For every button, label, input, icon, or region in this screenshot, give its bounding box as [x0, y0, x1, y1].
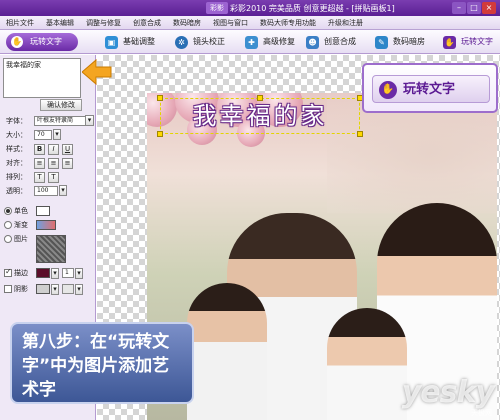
menu-item-adjust[interactable]: 调整与修复 — [80, 16, 127, 29]
title-bar: 彩影 彩影2010 完美品质 创意更超越 - [拼贴画板1] – □ × — [0, 0, 500, 16]
shadow-color-swatch[interactable] — [36, 284, 50, 294]
girl-figure — [327, 308, 407, 420]
watermark-subtitle: 天极网 — [471, 409, 492, 417]
text-input[interactable]: 我幸福的家 — [3, 58, 81, 98]
size-label: 大小： — [6, 131, 27, 139]
opacity-input[interactable]: 100 — [34, 186, 58, 196]
menu-item-composite[interactable]: 创意合成 — [127, 16, 167, 29]
stroke-width-dropdown-icon[interactable]: ▾ — [75, 268, 83, 279]
text-icon: ✋ — [443, 36, 456, 49]
tool-advanced-repair-button[interactable]: ✚ 高级修复 — [245, 34, 295, 50]
shadow-color-dropdown-icon[interactable]: ▾ — [51, 284, 59, 295]
text-mode-button[interactable]: ✋ 玩转文字 — [6, 33, 78, 51]
tool-text-button[interactable]: ✋ 玩转文字 — [443, 34, 493, 50]
shadow-label: 阴影 — [14, 285, 28, 293]
tool-label: 玩转文字 — [461, 37, 493, 46]
fill-solid-label: 单色 — [14, 207, 28, 215]
darkroom-icon: ✎ — [375, 36, 388, 49]
minimize-button[interactable]: – — [452, 2, 466, 14]
opacity-label: 透明： — [6, 187, 27, 195]
toolbar: ✋ 玩转文字 ▣ 基础调整 ✲ 镜头校正 ✚ 高级修复 ☻ 创意合成 ✎ 数码暗… — [0, 30, 500, 54]
fill-image-radio[interactable] — [4, 235, 12, 243]
style-label: 样式： — [6, 145, 27, 153]
vertical-text-icon[interactable]: T — [48, 172, 59, 183]
pointer-arrow-icon — [82, 58, 112, 86]
italic-button[interactable]: I — [48, 144, 59, 155]
resize-handle[interactable] — [157, 131, 163, 137]
texture-swatch[interactable] — [36, 235, 66, 263]
menu-item-register[interactable]: 升级和注册 — [322, 16, 369, 29]
shadow-size-dropdown-icon[interactable]: ▾ — [75, 284, 83, 295]
hand-icon: ✋ — [379, 81, 397, 99]
confirm-edit-button[interactable]: 确认修改 — [40, 99, 82, 111]
stroke-checkbox[interactable] — [4, 267, 12, 277]
family-photo[interactable] — [147, 93, 497, 420]
shadow-size-input[interactable] — [62, 284, 74, 294]
resize-handle[interactable] — [257, 95, 263, 101]
bold-button[interactable]: B — [34, 144, 45, 155]
size-dropdown-icon[interactable]: ▾ — [53, 129, 61, 140]
solid-color-swatch[interactable] — [36, 206, 50, 216]
stroke-label: 描边 — [14, 269, 28, 277]
tool-darkroom-button[interactable]: ✎ 数码暗房 — [375, 34, 425, 50]
step-instruction-box: 第八步：在“玩转文字”中为图片添加艺术字 — [10, 322, 194, 404]
boy-figure — [187, 283, 267, 420]
align-label: 对齐： — [6, 159, 27, 167]
fill-image-label: 图片 — [14, 235, 28, 243]
menu-item-darkroom[interactable]: 数码暗房 — [167, 16, 207, 29]
text-tool-callout: ✋ 玩转文字 — [362, 63, 498, 113]
tool-label: 基础调整 — [123, 37, 155, 46]
underline-button[interactable]: U — [62, 144, 73, 155]
chevron-down-icon[interactable]: ▾ — [85, 115, 94, 126]
menu-item-file[interactable]: 相片文件 — [0, 16, 40, 29]
resize-handle[interactable] — [157, 95, 163, 101]
align-left-icon[interactable]: ≡ — [34, 158, 45, 169]
tool-label: 镜头校正 — [193, 37, 225, 46]
menu-item-master[interactable]: 数码大师专用功能 — [254, 16, 322, 29]
gradient-swatch[interactable] — [36, 220, 56, 230]
menu-item-edit[interactable]: 基本编辑 — [40, 16, 80, 29]
menu-item-view[interactable]: 视图与窗口 — [207, 16, 254, 29]
adjust-icon: ▣ — [105, 36, 118, 49]
stroke-width-input[interactable]: 1 — [62, 268, 74, 278]
font-label: 字体： — [6, 117, 27, 125]
hand-icon: ✋ — [11, 36, 23, 48]
direction-label: 排列： — [6, 173, 27, 181]
fill-gradient-radio[interactable] — [4, 221, 12, 229]
stroke-color-dropdown-icon[interactable]: ▾ — [51, 268, 59, 279]
text-mode-label: 玩转文字 — [30, 37, 62, 46]
shadow-checkbox[interactable] — [4, 285, 12, 293]
align-right-icon[interactable]: ≡ — [62, 158, 73, 169]
callout-label: 玩转文字 — [403, 82, 456, 97]
tool-basic-adjust-button[interactable]: ▣ 基础调整 — [105, 34, 155, 50]
align-center-icon[interactable]: ≡ — [48, 158, 59, 169]
window-title: 彩影2010 完美品质 创意更超越 - [拼贴画板1] — [230, 4, 395, 13]
stroke-color-swatch[interactable] — [36, 268, 50, 278]
composite-icon: ☻ — [306, 36, 319, 49]
tool-composite-button[interactable]: ☻ 创意合成 — [306, 34, 356, 50]
menu-bar: 相片文件 基本编辑 调整与修复 创意合成 数码暗房 视图与窗口 数码大师专用功能… — [0, 16, 500, 30]
lens-icon: ✲ — [175, 36, 188, 49]
tool-label: 创意合成 — [324, 37, 356, 46]
fill-solid-radio[interactable] — [4, 207, 12, 215]
opacity-dropdown-icon[interactable]: ▾ — [59, 185, 67, 196]
tool-label: 数码暗房 — [393, 37, 425, 46]
art-text-layer[interactable]: 我幸福的家 — [160, 98, 360, 134]
fill-gradient-label: 渐变 — [14, 221, 28, 229]
horizontal-text-icon[interactable]: T — [34, 172, 45, 183]
text-tool-zoom-button: ✋ 玩转文字 — [372, 75, 490, 103]
size-input[interactable]: 70 — [34, 130, 52, 140]
maximize-button[interactable]: □ — [467, 2, 481, 14]
tool-label: 高级修复 — [263, 37, 295, 46]
repair-icon: ✚ — [245, 36, 258, 49]
app-logo: 彩影 — [206, 2, 228, 14]
font-select[interactable]: 叶根友特隶简 — [34, 116, 86, 126]
resize-handle[interactable] — [357, 131, 363, 137]
close-button[interactable]: × — [482, 2, 496, 14]
tool-lens-correct-button[interactable]: ✲ 镜头校正 — [175, 34, 225, 50]
watermark-logo: yesky — [401, 375, 495, 410]
